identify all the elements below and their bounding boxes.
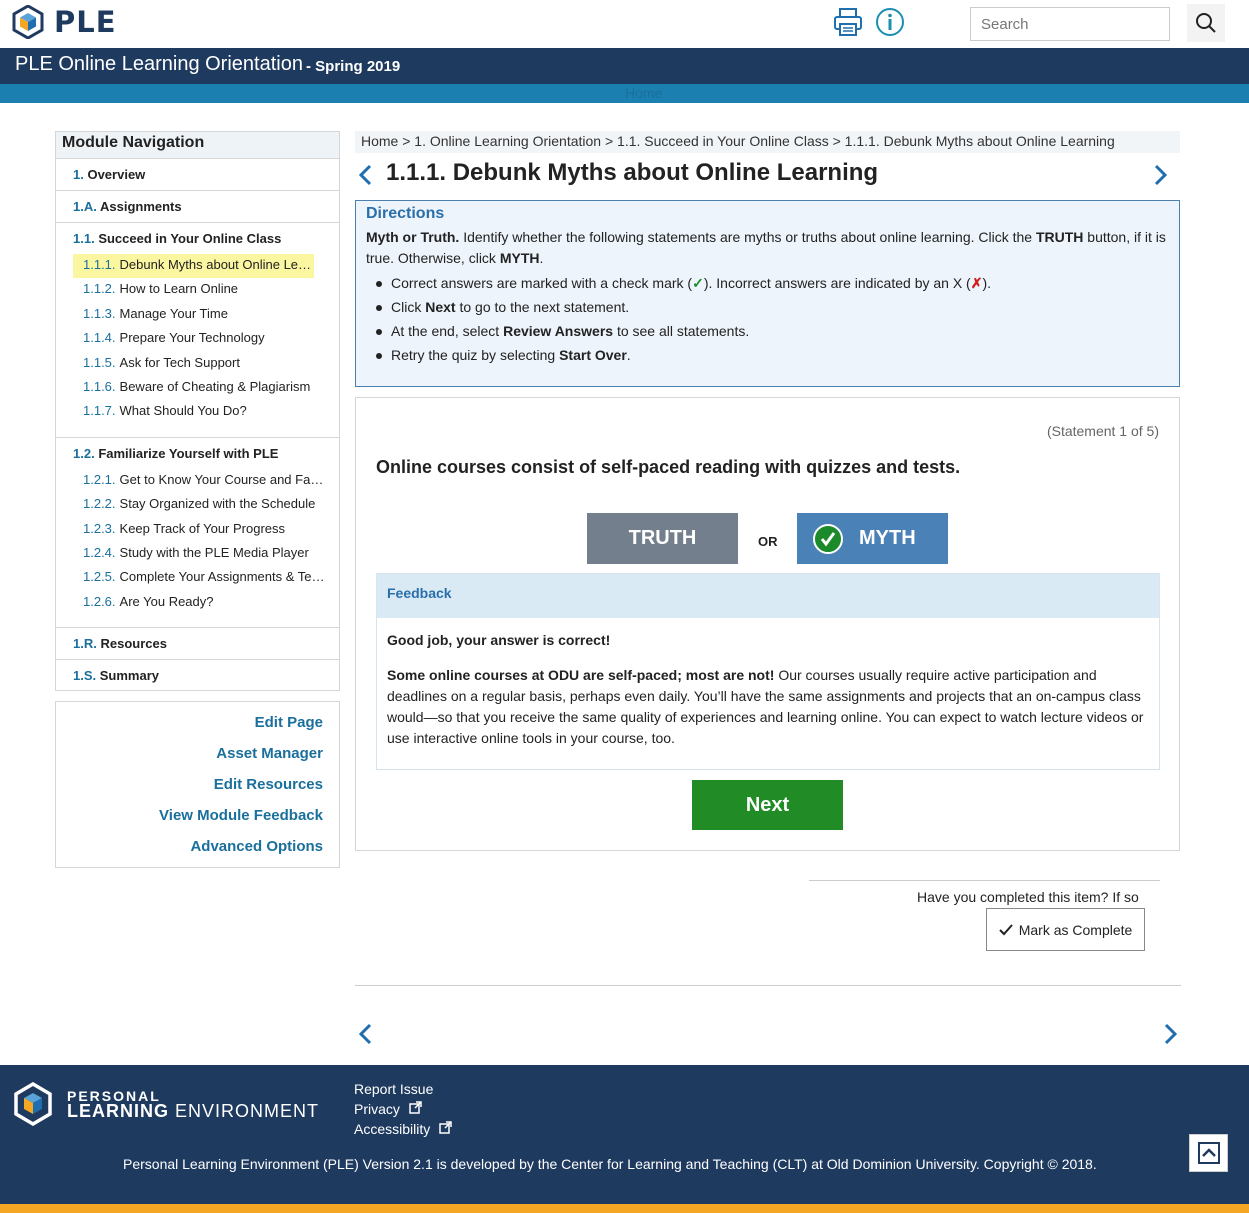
accent-bar [0,1204,1249,1213]
edit-page-link[interactable]: Edit Page [56,713,323,744]
info-icon[interactable] [875,7,905,37]
statement-counter: (Statement 1 of 5) [1046,423,1159,439]
accessibility-link[interactable]: Accessibility [354,1119,452,1139]
advanced-options-link[interactable]: Advanced Options [56,837,323,868]
nav-section-summary: 1.S. Summary [56,660,339,691]
nav-subitem-progress[interactable]: 1.2.3. Keep Track of Your Progress [73,518,325,542]
report-issue-link[interactable]: Report Issue [354,1079,452,1099]
module-navigation: Module Navigation 1. Overview 1.A. Assig… [55,131,340,691]
feedback-explanation: Some online courses at ODU are self-pace… [387,667,1144,746]
module-navigation-title: Module Navigation [56,132,339,159]
directions-bullet: At the end, select Review Answers to see… [376,319,1169,343]
chevron-right-icon[interactable] [1158,1022,1182,1046]
print-icon[interactable] [832,6,864,38]
footer: PERSONAL LEARNING ENVIRONMENT Report Iss… [0,1065,1249,1204]
course-term: - Spring 2019 [306,58,401,75]
search-button[interactable] [1187,4,1225,42]
course-title: PLE Online Learning Orientation [15,53,303,75]
or-label: OR [758,534,778,549]
feedback-result: Good job, your answer is correct! [387,632,611,648]
ple-logo-icon [12,5,44,39]
next-button[interactable]: Next [692,780,843,830]
home-nav-bar: Home [0,84,1249,103]
myth-button[interactable]: MYTH [797,513,948,564]
nav-item-resources[interactable]: 1.R. Resources [73,628,339,659]
checkmark-icon [998,923,1013,935]
footer-brand-line2: LEARNING ENVIRONMENT [67,1101,320,1121]
copyright-text: Personal Learning Environment (PLE) Vers… [123,1156,1097,1172]
external-link-icon [439,1121,452,1134]
completion-question: Have you completed this item? If so [917,889,1139,905]
home-link[interactable]: Home [625,85,662,101]
feedback-box: Feedback Good job, your answer is correc… [376,573,1160,770]
directions-list: Correct answers are marked with a check … [366,271,1169,367]
directions-panel: Directions Myth or Truth. Identify wheth… [355,200,1180,387]
search-icon [1196,13,1216,33]
asset-manager-link[interactable]: Asset Manager [56,744,323,775]
scroll-top-icon [1197,1142,1220,1164]
divider [809,880,1160,881]
feedback-body: Good job, your answer is correct! Some o… [377,618,1159,775]
search-input[interactable] [970,7,1170,41]
nav-item-assignments[interactable]: 1.A. Assignments [73,191,339,222]
external-link-icon [409,1101,422,1114]
quiz-panel: (Statement 1 of 5) Online courses consis… [355,397,1180,851]
course-title-bar: PLE Online Learning Orientation - Spring… [0,48,1249,84]
directions-intro: Myth or Truth. Identify whether the foll… [366,229,1166,266]
x-mark-icon: ✗ [970,275,983,291]
nav-subitem-media-player[interactable]: 1.2.4. Study with the PLE Media Player [73,542,325,566]
nav-subitem-assignments-tests[interactable]: 1.2.5. Complete Your Assignments & Tests [73,566,325,590]
mark-as-complete-button[interactable]: Mark as Complete [986,908,1145,951]
nav-subitem-manage-time[interactable]: 1.1.3. Manage Your Time [73,303,325,327]
ple-logo-icon [14,1082,52,1126]
page-title: 1.1.1. Debunk Myths about Online Learnin… [386,159,879,186]
nav-section-succeed: 1.1. Succeed in Your Online Class 1.1.1.… [56,223,339,438]
nav-subitem-tech-support[interactable]: 1.1.5. Ask for Tech Support [73,352,325,376]
footer-links: Report Issue Privacy Accessibility [354,1079,452,1139]
chevron-left-icon[interactable] [354,163,378,187]
admin-links-panel: Edit Page Asset Manager Edit Resources V… [55,701,340,868]
checkmark-icon: ✓ [692,275,704,291]
directions-title: Directions [366,205,445,222]
chevron-left-icon[interactable] [354,1022,378,1046]
nav-section-resources: 1.R. Resources [56,628,339,661]
divider [355,985,1181,986]
nav-subitem-what-should-you-do[interactable]: 1.1.7. What Should You Do? [73,400,325,424]
quiz-statement: Online courses consist of self-paced rea… [376,457,961,477]
nav-subitem-know-course[interactable]: 1.2.1. Get to Know Your Course and Facult… [73,469,325,493]
nav-subitem-prepare-technology[interactable]: 1.1.4. Prepare Your Technology [73,327,325,351]
scroll-top-button[interactable] [1189,1134,1228,1172]
directions-bullet: Click Next to go to the next statement. [376,295,1169,319]
top-bar: PLE [0,0,1249,48]
nav-section-assignments: 1.A. Assignments [56,191,339,223]
chevron-right-icon[interactable] [1148,163,1172,187]
feedback-title: Feedback [377,574,1159,618]
breadcrumb[interactable]: Home > 1. Online Learning Orientation > … [355,131,1180,153]
myth-button-label: MYTH [859,527,916,549]
nav-subitem-cheating[interactable]: 1.1.6. Beware of Cheating & Plagiarism [73,376,325,400]
nav-subitem-debunk-myths[interactable]: 1.1.1. Debunk Myths about Online Learning [73,254,314,279]
nav-section-overview: 1. Overview [56,159,339,191]
nav-item-succeed[interactable]: 1.1. Succeed in Your Online Class [73,223,339,254]
directions-bullet: Correct answers are marked with a check … [376,271,1169,295]
logo-text: PLE [54,5,117,39]
view-module-feedback-link[interactable]: View Module Feedback [56,806,323,837]
nav-subitem-how-to-learn[interactable]: 1.1.2. How to Learn Online [73,278,325,302]
nav-item-summary[interactable]: 1.S. Summary [73,660,339,691]
check-circle-icon [813,523,843,554]
ple-logo[interactable]: PLE [12,5,117,39]
nav-subitem-schedule[interactable]: 1.2.2. Stay Organized with the Schedule [73,493,325,517]
nav-item-familiarize[interactable]: 1.2. Familiarize Yourself with PLE [73,438,339,469]
nav-item-overview[interactable]: 1. Overview [73,159,339,190]
nav-subitem-are-you-ready[interactable]: 1.2.6. Are You Ready? [73,591,325,615]
edit-resources-link[interactable]: Edit Resources [56,775,323,806]
privacy-link[interactable]: Privacy [354,1099,452,1119]
nav-section-familiarize: 1.2. Familiarize Yourself with PLE 1.2.1… [56,438,339,629]
truth-button[interactable]: TRUTH [587,513,738,564]
directions-bullet: Retry the quiz by selecting Start Over. [376,343,1169,367]
